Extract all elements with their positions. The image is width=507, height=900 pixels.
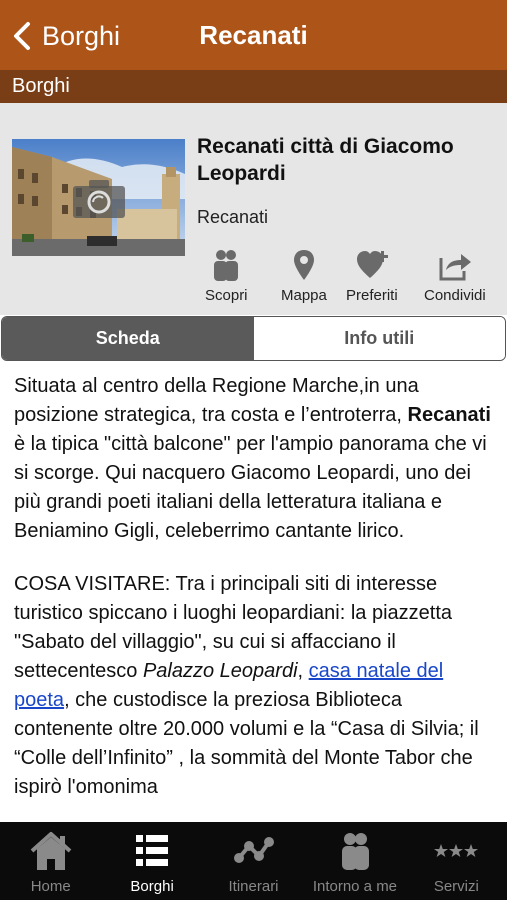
share-button[interactable]: Condividi — [424, 248, 486, 304]
tab-label: Servizi — [433, 878, 479, 895]
tab-borghi[interactable]: Borghi — [101, 822, 202, 900]
stars-icon — [434, 844, 479, 857]
tab-home[interactable]: Home — [0, 822, 101, 900]
section-header: Borghi — [0, 70, 507, 103]
tab-label: Home — [30, 878, 71, 895]
italic-text: Palazzo Leopardi — [142, 660, 298, 682]
tab-intorno-a-me[interactable]: Intorno a me — [304, 822, 405, 900]
action-label: Preferiti — [346, 287, 398, 304]
text-span: , che custodisce la preziosa Biblioteca … — [14, 689, 479, 798]
description-paragraph: Situata al centro della Regione Marche,i… — [14, 372, 499, 546]
action-bar: Scopri Mappa Preferiti Condividi — [200, 248, 500, 308]
action-label: Condividi — [424, 287, 486, 304]
home-icon — [30, 832, 72, 870]
back-button[interactable]: Borghi — [12, 18, 120, 54]
place-info-panel: Recanati città di Giacomo Leopardi Recan… — [0, 103, 507, 315]
tab-label: Itinerari — [228, 878, 279, 895]
navigation-bar: Borghi Recanati — [0, 0, 507, 70]
text-span: Situata al centro della Regione Marche,i… — [14, 375, 419, 426]
bold-text: Recanati — [407, 404, 491, 426]
action-label: Scopri — [205, 287, 248, 304]
app-screen: Borghi Recanati Borghi Recanati città di… — [0, 0, 507, 900]
discover-button[interactable]: Scopri — [205, 248, 248, 304]
tab-bar: Home Borghi Itinerari Intorno a me Servi… — [0, 822, 507, 900]
tab-label: Borghi — [130, 878, 174, 895]
tab-scheda[interactable]: Scheda — [2, 317, 254, 360]
map-button[interactable]: Mappa — [281, 248, 327, 304]
route-icon — [233, 837, 274, 863]
people-icon — [214, 250, 239, 281]
place-title: Recanati città di Giacomo Leopardi — [197, 135, 454, 185]
people-icon — [341, 833, 369, 870]
map-pin-icon — [293, 250, 314, 280]
description-content: Situata al centro della Regione Marche,i… — [14, 372, 499, 808]
text-span: , — [297, 660, 309, 682]
description-paragraph: COSA VISITARE: Tra i principali siti di … — [14, 570, 499, 802]
favorites-button[interactable]: Preferiti — [346, 248, 398, 304]
text-span: è la tipica "città balcone" per l'ampio … — [14, 433, 487, 542]
tab-label: Intorno a me — [312, 878, 398, 895]
tab-itinerari[interactable]: Itinerari — [203, 822, 304, 900]
heart-plus-icon — [356, 251, 388, 278]
chevron-left-icon — [14, 22, 30, 50]
list-icon — [136, 835, 169, 866]
place-photo[interactable] — [12, 139, 185, 256]
camera-icon — [73, 180, 125, 218]
back-label: Borghi — [42, 20, 121, 51]
segmented-control: Scheda Info utili — [1, 316, 506, 361]
action-label: Mappa — [281, 287, 327, 304]
share-icon — [439, 254, 471, 281]
tab-info-utili[interactable]: Info utili — [253, 317, 505, 360]
place-location: Recanati — [197, 207, 269, 227]
tab-servizi[interactable]: Servizi — [406, 822, 507, 900]
